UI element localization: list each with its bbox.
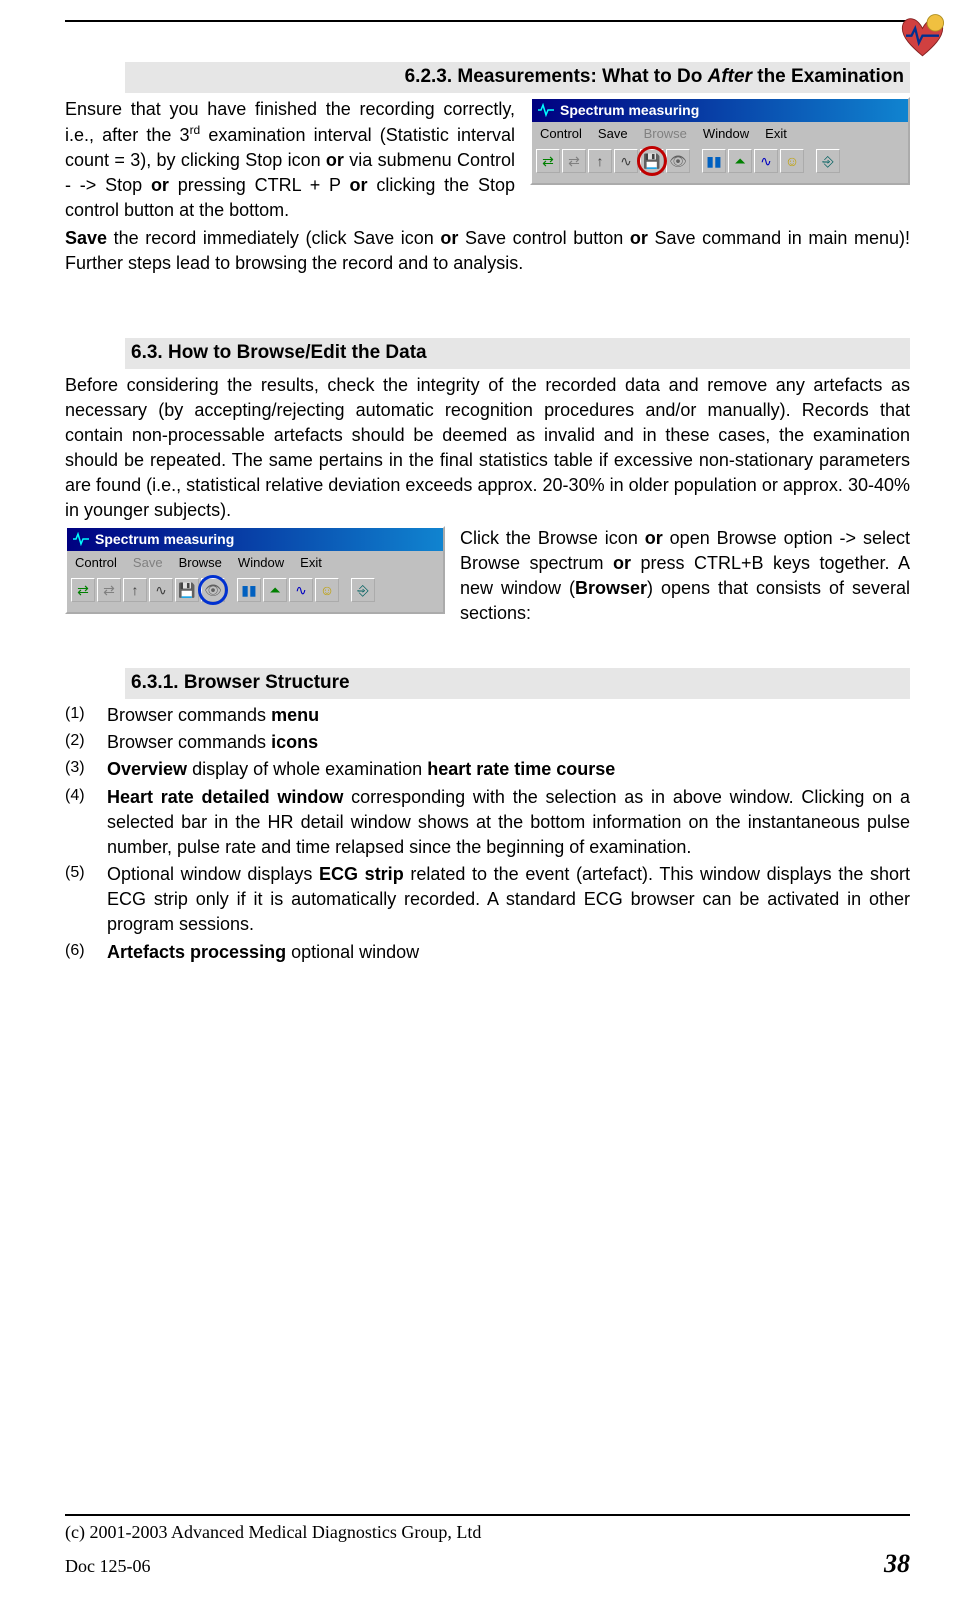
heading-6-3-1: 6.3.1. Browser Structure (125, 668, 910, 699)
list-item: Heart rate detailed window corresponding… (65, 785, 910, 861)
list-item: Optional window displays ECG strip relat… (65, 862, 910, 938)
arrows-green-icon[interactable]: ⇄ (536, 149, 560, 173)
heading-6-3: 6.3. How to Browse/Edit the Data (125, 338, 910, 369)
toolbar-title-text: Spectrum measuring (95, 530, 234, 550)
eye-icon[interactable]: 👁 (666, 149, 690, 173)
arrows-grey-icon[interactable]: ⇄ (562, 149, 586, 173)
toolbar-titlebar: Spectrum measuring (532, 99, 908, 123)
page-footer: (c) 2001-2003 Advanced Medical Diagnosti… (65, 1514, 910, 1582)
menu-control[interactable]: Control (540, 125, 582, 143)
smiley-icon[interactable]: ☺ (780, 149, 804, 173)
menu-window[interactable]: Window (703, 125, 749, 143)
wave-icon[interactable]: ∿ (149, 578, 173, 602)
menu-window[interactable]: Window (238, 554, 284, 572)
toolbar-icon-row: ⇄ ⇄ ↑ ∿ 💾 👁 ▮▮ ⏶ ∿ ☺ ⎆ (532, 146, 908, 176)
top-rule (65, 20, 910, 22)
heading-after-italic: After (708, 66, 752, 87)
eye-icon[interactable]: 👁 (201, 578, 225, 602)
save-disk-icon[interactable]: 💾 (175, 578, 199, 602)
company-logo-icon (895, 10, 950, 65)
menu-save[interactable]: Save (598, 125, 628, 143)
menu-browse[interactable]: Browse (179, 554, 222, 572)
toolbar-icon-row: ⇄ ⇄ ↑ ∿ 💾 👁 ▮▮ ⏶ ∿ ☺ ⎆ (67, 575, 443, 605)
heading-6-2-3: 6.2.3. Measurements: What to Do After th… (125, 62, 910, 93)
heading-text: 6.3. How to Browse/Edit the Data (131, 342, 427, 363)
exit-door-icon[interactable]: ⎆ (816, 149, 840, 173)
toolbar-titlebar: Spectrum measuring (67, 528, 443, 552)
footer-copyright: (c) 2001-2003 Advanced Medical Diagnosti… (65, 1520, 910, 1545)
section-63-browse: Spectrum measuring Control Save Browse W… (65, 526, 910, 629)
arrows-grey-icon[interactable]: ⇄ (97, 578, 121, 602)
pulse-icon (538, 103, 554, 117)
bars-icon[interactable]: ▮▮ (237, 578, 261, 602)
chart-green-icon[interactable]: ⏶ (728, 149, 752, 173)
toolbar-title-text: Spectrum measuring (560, 101, 699, 121)
list-item: Artefacts processing optional window (65, 940, 910, 965)
bars-icon[interactable]: ▮▮ (702, 149, 726, 173)
arrow-up-icon[interactable]: ↑ (588, 149, 612, 173)
footer-docid: Doc 125-06 (65, 1554, 150, 1579)
chart-green-icon[interactable]: ⏶ (263, 578, 287, 602)
arrows-green-icon[interactable]: ⇄ (71, 578, 95, 602)
menu-exit[interactable]: Exit (300, 554, 322, 572)
menu-save: Save (133, 554, 163, 572)
save-disk-icon[interactable]: 💾 (640, 149, 664, 173)
spectrum-toolbar-save: Spectrum measuring Control Save Browse W… (530, 97, 910, 185)
toolbar-menu: Control Save Browse Window Exit (67, 551, 443, 575)
para-623-2: Save the record immediately (click Save … (65, 226, 910, 276)
menu-exit[interactable]: Exit (765, 125, 787, 143)
list-item: Browser commands menu (65, 703, 910, 728)
heading-text: 6.3.1. Browser Structure (131, 672, 350, 693)
menu-browse: Browse (644, 125, 687, 143)
menu-control[interactable]: Control (75, 554, 117, 572)
section-6-2-3-body: Spectrum measuring Control Save Browse W… (65, 97, 910, 278)
smiley-icon[interactable]: ☺ (315, 578, 339, 602)
chart-blue-icon[interactable]: ∿ (289, 578, 313, 602)
browser-structure-list: Browser commands menu Browser commands i… (65, 703, 910, 965)
heading-tail: the Examination (752, 66, 904, 87)
list-item: Browser commands icons (65, 730, 910, 755)
wave-icon[interactable]: ∿ (614, 149, 638, 173)
exit-door-icon[interactable]: ⎆ (351, 578, 375, 602)
spectrum-toolbar-browse: Spectrum measuring Control Save Browse W… (65, 526, 445, 614)
toolbar-menu: Control Save Browse Window Exit (532, 122, 908, 146)
heading-text: 6.2.3. Measurements: What to Do (405, 66, 708, 87)
para-63-intro: Before considering the results, check th… (65, 373, 910, 524)
chart-blue-icon[interactable]: ∿ (754, 149, 778, 173)
list-item: Overview display of whole examination he… (65, 757, 910, 782)
arrow-up-icon[interactable]: ↑ (123, 578, 147, 602)
pulse-icon (73, 532, 89, 546)
page-number: 38 (884, 1546, 910, 1582)
